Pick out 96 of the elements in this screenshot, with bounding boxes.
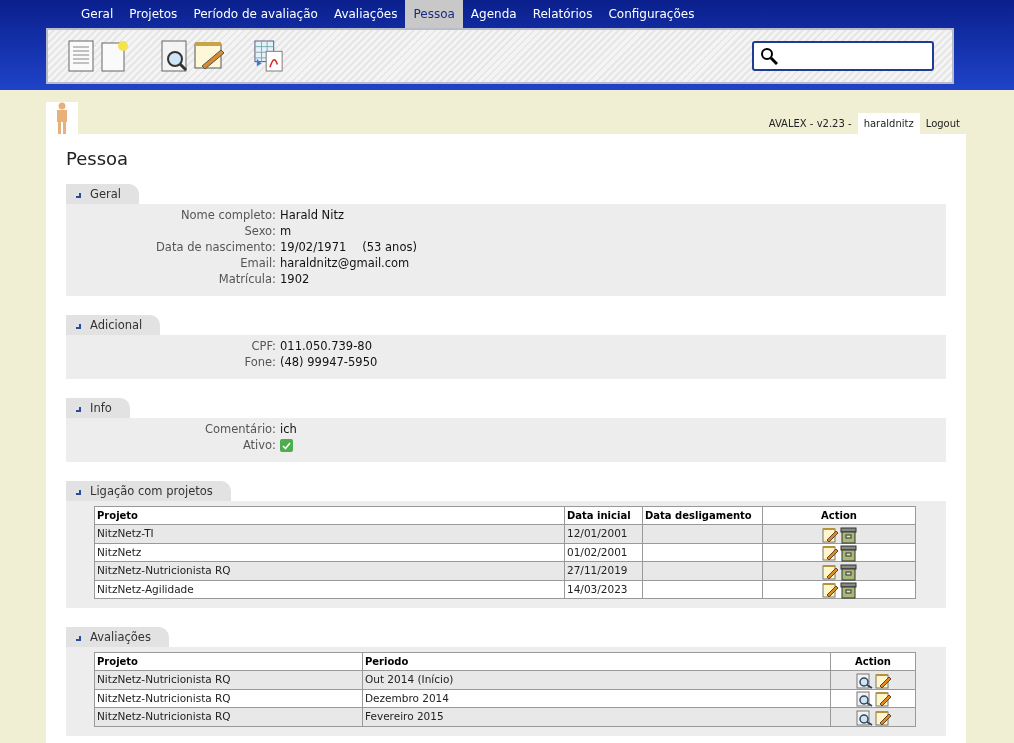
- view-button[interactable]: [854, 691, 874, 706]
- arrow-icon: [74, 633, 82, 641]
- table-cell: NitzNetz-Agilidade: [94, 580, 565, 599]
- nav-tab[interactable]: Projetos: [121, 0, 186, 28]
- edit-button[interactable]: [820, 526, 839, 542]
- table-cell: NitzNetz-TI: [94, 524, 565, 543]
- table-cell: NitzNetz-Nutricionista RQ: [94, 561, 565, 580]
- table-cell: NitzNetz-Nutricionista RQ: [94, 670, 363, 689]
- spreadsheet-pdf-icon: [254, 39, 284, 73]
- field-value: 19/02/1971: [280, 239, 347, 255]
- column-header: Data desligamento: [642, 506, 763, 525]
- table-cell: 27/11/2019: [564, 561, 643, 580]
- table-cell: NitzNetz-Nutricionista RQ: [94, 707, 363, 726]
- column-header: Projeto: [94, 652, 363, 671]
- person-figure-icon: [55, 102, 69, 134]
- document-icon: [68, 40, 94, 72]
- table-cell: 12/01/2001: [564, 524, 643, 543]
- section-title: Info: [90, 401, 112, 415]
- archive-box-icon: [839, 582, 857, 599]
- edit-button[interactable]: [873, 672, 892, 688]
- edit-button[interactable]: [820, 545, 839, 560]
- page-title: Pessoa: [66, 148, 130, 169]
- field-label: Ativo:: [241, 437, 276, 453]
- field-value: haraldnitz@gmail.com: [280, 255, 410, 271]
- section-title: Geral: [90, 187, 121, 201]
- field-value: ich: [280, 421, 297, 437]
- column-header: Action: [762, 506, 916, 525]
- column-header: Action: [830, 652, 916, 671]
- age-text: (53 anos): [362, 239, 417, 255]
- archive-box-icon: [839, 526, 857, 544]
- field-label: CPF:: [250, 338, 276, 354]
- edit-icon: [821, 563, 838, 580]
- search-document-button[interactable]: [160, 39, 190, 73]
- section-title: Ligação com projetos: [90, 484, 213, 498]
- notepad-pencil-icon: [194, 40, 224, 72]
- table-cell: NitzNetz: [94, 543, 565, 562]
- export-button[interactable]: [254, 39, 284, 73]
- field-value: (48) 99947-5950: [280, 354, 378, 370]
- edit-icon: [874, 672, 891, 689]
- field-label: Sexo:: [243, 223, 276, 239]
- archive-box-icon: [839, 545, 857, 562]
- new-document-icon: [101, 40, 129, 72]
- column-header: Data inicial: [564, 506, 643, 525]
- search-document-icon: [161, 40, 189, 72]
- column-header: Projeto: [94, 506, 565, 525]
- field-value: 1902: [280, 271, 310, 287]
- field-label: Fone:: [243, 354, 276, 370]
- edit-icon: [821, 545, 838, 561]
- nav-tab[interactable]: Relatórios: [524, 0, 601, 28]
- field-label: Matrícula:: [217, 271, 276, 287]
- arrow-icon: [74, 321, 82, 329]
- table-cell: Fevereiro 2015: [362, 707, 831, 726]
- nav-tab[interactable]: Agenda: [462, 0, 525, 28]
- logout-link[interactable]: Logout: [919, 118, 966, 129]
- archive-box-icon: [839, 563, 857, 581]
- nav-tab[interactable]: Configurações: [600, 0, 703, 28]
- arrow-icon: [74, 190, 82, 198]
- version-text: AVALEX - v2.23 -: [767, 118, 853, 129]
- archive-button[interactable]: [838, 582, 858, 597]
- nav-tab[interactable]: Período de avaliação: [185, 0, 326, 28]
- table-cell: 01/02/2001: [564, 543, 643, 562]
- username: haraldnitz: [857, 113, 920, 134]
- nav-tab[interactable]: Geral: [73, 0, 122, 28]
- section-title: Avaliações: [90, 630, 151, 644]
- archive-button[interactable]: [838, 526, 858, 542]
- edit-icon: [821, 582, 838, 598]
- table-cell: NitzNetz-Nutricionista RQ: [94, 689, 363, 708]
- field-label: Nome completo:: [179, 207, 276, 223]
- edit-button[interactable]: [873, 691, 892, 706]
- nav-tab[interactable]: Avaliações: [325, 0, 406, 28]
- nav-tab[interactable]: Pessoa: [405, 0, 463, 28]
- view-button[interactable]: [854, 672, 874, 688]
- archive-button[interactable]: [838, 563, 858, 579]
- edit-icon: [874, 709, 891, 726]
- edit-button[interactable]: [820, 582, 839, 597]
- archive-button[interactable]: [838, 545, 858, 560]
- search-icon: [760, 47, 778, 65]
- table-cell: Dezembro 2014: [362, 689, 831, 708]
- field-label: Email:: [239, 255, 276, 271]
- field-label: Data de nascimento:: [155, 239, 276, 255]
- arrow-icon: [74, 487, 82, 495]
- field-label: Comentário:: [203, 421, 276, 437]
- edit-icon: [874, 691, 891, 707]
- table-cell: Out 2014 (Início): [362, 670, 831, 689]
- edit-button[interactable]: [820, 563, 839, 579]
- field-value: 011.050.739-80: [280, 338, 372, 354]
- field-value: m: [280, 223, 292, 239]
- field-value: Harald Nitz: [280, 207, 344, 223]
- view-button[interactable]: [854, 709, 874, 725]
- arrow-icon: [74, 404, 82, 412]
- edit-icon: [821, 526, 838, 543]
- column-header: Periodo: [362, 652, 831, 671]
- table-cell: 14/03/2023: [564, 580, 643, 599]
- edit-button[interactable]: [873, 709, 892, 725]
- section-title: Adicional: [90, 318, 143, 332]
- search-field[interactable]: [752, 41, 934, 71]
